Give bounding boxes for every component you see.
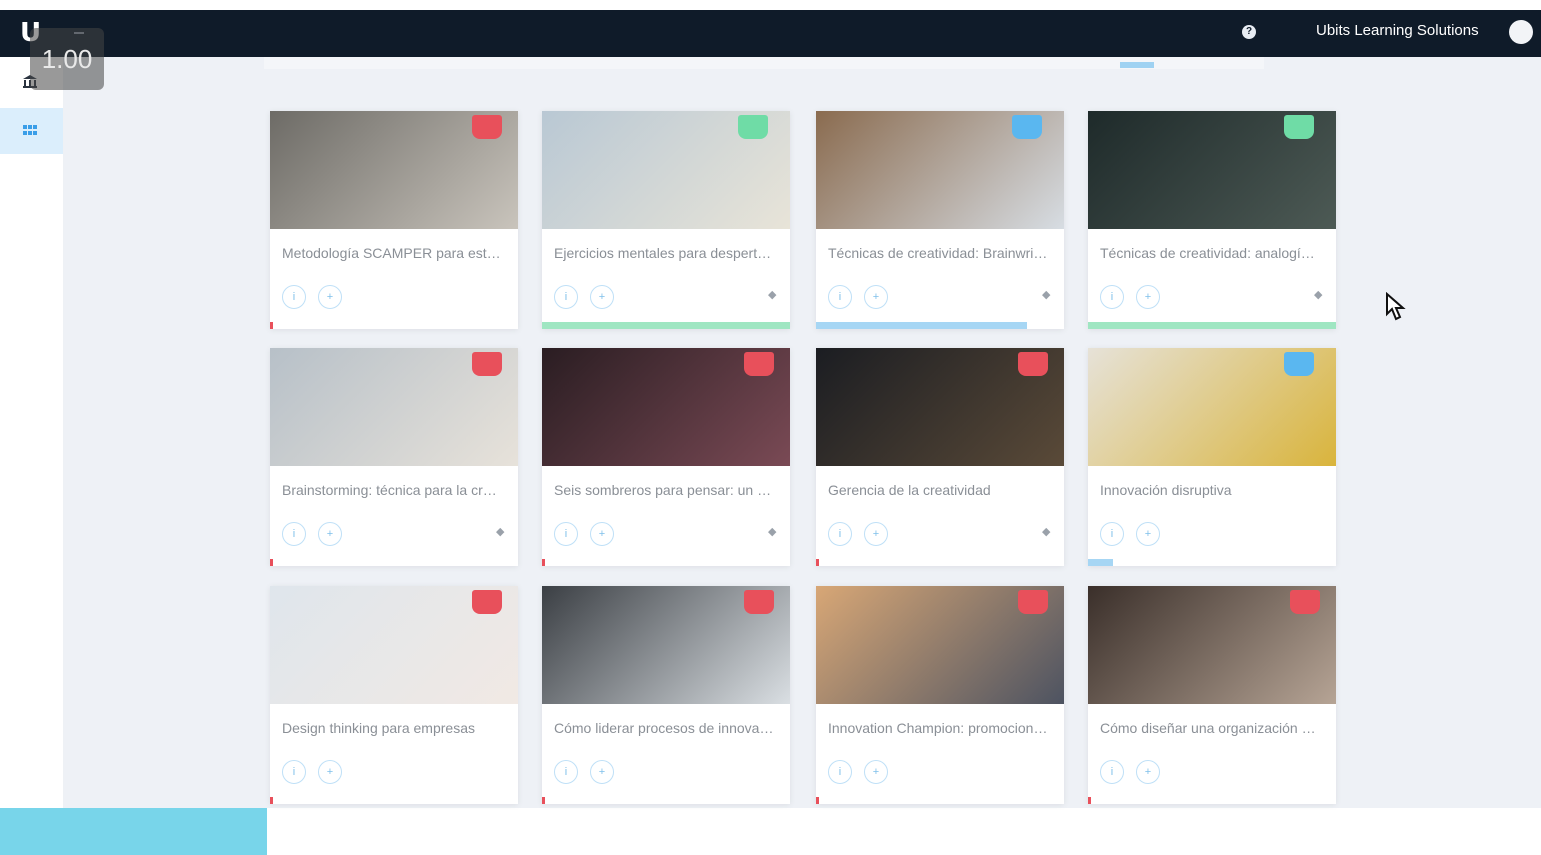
info-icon[interactable]: i: [554, 285, 578, 309]
bottom-progress-bar: [0, 808, 267, 855]
user-avatar[interactable]: [1509, 20, 1533, 44]
course-card[interactable]: Técnicas de creatividad: Brainwriting i + ◆: [816, 111, 1064, 329]
course-title[interactable]: Cómo diseñar una organización para...: [1100, 720, 1322, 736]
course-badge: [472, 115, 502, 139]
course-card[interactable]: Design thinking para empresas i +: [270, 586, 518, 804]
mouse-cursor-icon: [1386, 292, 1406, 321]
course-card[interactable]: Metodología SCAMPER para estructurar... i…: [270, 111, 518, 329]
course-card[interactable]: Innovation Champion: promocione un... i +: [816, 586, 1064, 804]
add-icon[interactable]: +: [590, 522, 614, 546]
course-title[interactable]: Gerencia de la creatividad: [828, 482, 1050, 498]
course-progress-bar: [1088, 559, 1113, 566]
course-title[interactable]: Innovación disruptiva: [1100, 482, 1322, 498]
info-icon[interactable]: i: [1100, 522, 1124, 546]
add-icon[interactable]: +: [864, 522, 888, 546]
course-title[interactable]: Brainstorming: técnica para la creaci...: [282, 482, 504, 498]
add-icon[interactable]: +: [1136, 285, 1160, 309]
add-icon[interactable]: +: [590, 760, 614, 784]
info-icon[interactable]: i: [282, 522, 306, 546]
course-badge: [1018, 352, 1048, 376]
course-title[interactable]: Design thinking para empresas: [282, 720, 504, 736]
course-badge: [1284, 115, 1314, 139]
add-icon[interactable]: +: [318, 522, 342, 546]
course-progress-bar: [1088, 322, 1336, 329]
course-progress-bar: [816, 322, 1027, 329]
course-badge: [1284, 352, 1314, 376]
course-progress-bar: [270, 797, 273, 804]
course-progress-bar: [270, 322, 273, 329]
info-icon[interactable]: i: [554, 522, 578, 546]
course-card[interactable]: Seis sombreros para pensar: un pun... i + ◆: [542, 348, 790, 566]
course-title[interactable]: Técnicas de creatividad: analogías fo...: [1100, 245, 1322, 261]
course-badge: [744, 352, 774, 376]
course-title[interactable]: Metodología SCAMPER para estructurar...: [282, 245, 504, 261]
course-badge: [1290, 590, 1320, 614]
pin-icon[interactable]: ◆: [768, 526, 778, 538]
sidebar: [0, 57, 64, 808]
course-card[interactable]: Técnicas de creatividad: analogías fo...…: [1088, 111, 1336, 329]
info-icon[interactable]: i: [1100, 760, 1124, 784]
course-title[interactable]: Seis sombreros para pensar: un pun...: [554, 482, 776, 498]
pin-icon[interactable]: ◆: [1042, 526, 1052, 538]
course-progress-bar: [542, 797, 545, 804]
info-icon[interactable]: i: [554, 760, 578, 784]
grid-icon: [23, 125, 37, 135]
add-icon[interactable]: +: [590, 285, 614, 309]
course-badge: [1018, 590, 1048, 614]
course-title[interactable]: Ejercicios mentales para despertar la...: [554, 245, 776, 261]
help-icon[interactable]: ?: [1242, 25, 1256, 39]
info-icon[interactable]: i: [828, 522, 852, 546]
course-progress-bar: [542, 322, 790, 329]
info-icon[interactable]: i: [828, 760, 852, 784]
add-icon[interactable]: +: [864, 760, 888, 784]
course-card[interactable]: Ejercicios mentales para despertar la...…: [542, 111, 790, 329]
course-catalog: Metodología SCAMPER para estructurar... i…: [64, 57, 1541, 808]
course-badge: [472, 590, 502, 614]
course-badge: [1012, 115, 1042, 139]
pin-icon[interactable]: ◆: [1314, 289, 1324, 301]
pin-icon[interactable]: ◆: [496, 526, 506, 538]
add-icon[interactable]: +: [318, 285, 342, 309]
sidebar-item-catalog[interactable]: [0, 108, 63, 154]
course-progress-bar: [542, 559, 545, 566]
course-title[interactable]: Técnicas de creatividad: Brainwriting: [828, 245, 1050, 261]
add-icon[interactable]: +: [318, 760, 342, 784]
course-badge: [738, 115, 768, 139]
course-progress-bar: [1088, 797, 1091, 804]
course-title[interactable]: Cómo liderar procesos de innovació...: [554, 720, 776, 736]
playback-speed-overlay: 1.00: [30, 28, 104, 90]
course-badge: [744, 590, 774, 614]
active-filter-indicator: [1120, 62, 1154, 68]
course-title[interactable]: Innovation Champion: promocione un...: [828, 720, 1050, 736]
info-icon[interactable]: i: [828, 285, 852, 309]
add-icon[interactable]: +: [1136, 760, 1160, 784]
add-icon[interactable]: +: [1136, 522, 1160, 546]
pin-icon[interactable]: ◆: [1042, 289, 1052, 301]
filter-strip: [264, 57, 1264, 69]
course-card[interactable]: Innovación disruptiva i +: [1088, 348, 1336, 566]
course-card[interactable]: Cómo diseñar una organización para... i +: [1088, 586, 1336, 804]
company-name[interactable]: Ubits Learning Solutions: [1316, 22, 1479, 39]
course-progress-bar: [270, 559, 273, 566]
course-progress-bar: [816, 559, 819, 566]
course-card[interactable]: Gerencia de la creatividad i + ◆: [816, 348, 1064, 566]
window-frame-top: [0, 0, 1541, 10]
course-card[interactable]: Cómo liderar procesos de innovació... i +: [542, 586, 790, 804]
add-icon[interactable]: +: [864, 285, 888, 309]
course-badge: [472, 352, 502, 376]
course-card[interactable]: Brainstorming: técnica para la creaci...…: [270, 348, 518, 566]
pin-icon[interactable]: ◆: [768, 289, 778, 301]
info-icon[interactable]: i: [282, 285, 306, 309]
info-icon[interactable]: i: [282, 760, 306, 784]
info-icon[interactable]: i: [1100, 285, 1124, 309]
top-navigation-bar: U ? Ubits Learning Solutions: [0, 10, 1541, 57]
course-progress-bar: [816, 797, 819, 804]
